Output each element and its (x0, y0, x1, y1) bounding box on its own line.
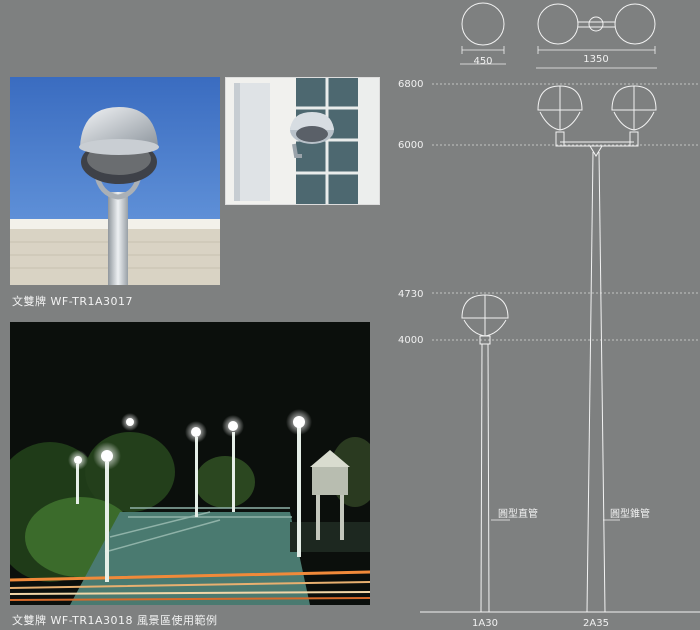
dimension-drawing: 450 1350 6800 6000 4730 4000 圓型直管 圓型錐管 1… (398, 2, 700, 629)
photo-night-park-scene (10, 322, 370, 605)
height-4000: 4000 (398, 335, 423, 346)
dim-width-450: 450 (473, 56, 492, 67)
caption-photo-1: 文雙牌 WF-TR1A3017 (12, 295, 134, 308)
double-head-pole-drawing (537, 85, 657, 613)
caption-photo-2: 文雙牌 WF-TR1A3018 風景區使用範例 (12, 614, 218, 627)
pole-label-round-tapered: 圓型錐管 (610, 507, 650, 520)
model-code-1a30: 1A30 (472, 618, 498, 629)
height-6800: 6800 (398, 79, 423, 90)
single-head-pole-drawing (461, 294, 509, 613)
height-6000: 6000 (398, 140, 423, 151)
top-view-double-head-left (537, 3, 579, 45)
height-4730: 4730 (398, 289, 423, 300)
top-view-double-head-right (614, 3, 656, 45)
dim-width-1350: 1350 (583, 54, 608, 65)
top-view-single-head (461, 2, 505, 46)
photo-wall-mounted-lamp (225, 77, 380, 205)
photo-pole-lamp-day (10, 77, 220, 285)
model-code-2a35: 2A35 (583, 618, 609, 629)
pole-label-round-straight: 圓型直管 (498, 507, 538, 520)
